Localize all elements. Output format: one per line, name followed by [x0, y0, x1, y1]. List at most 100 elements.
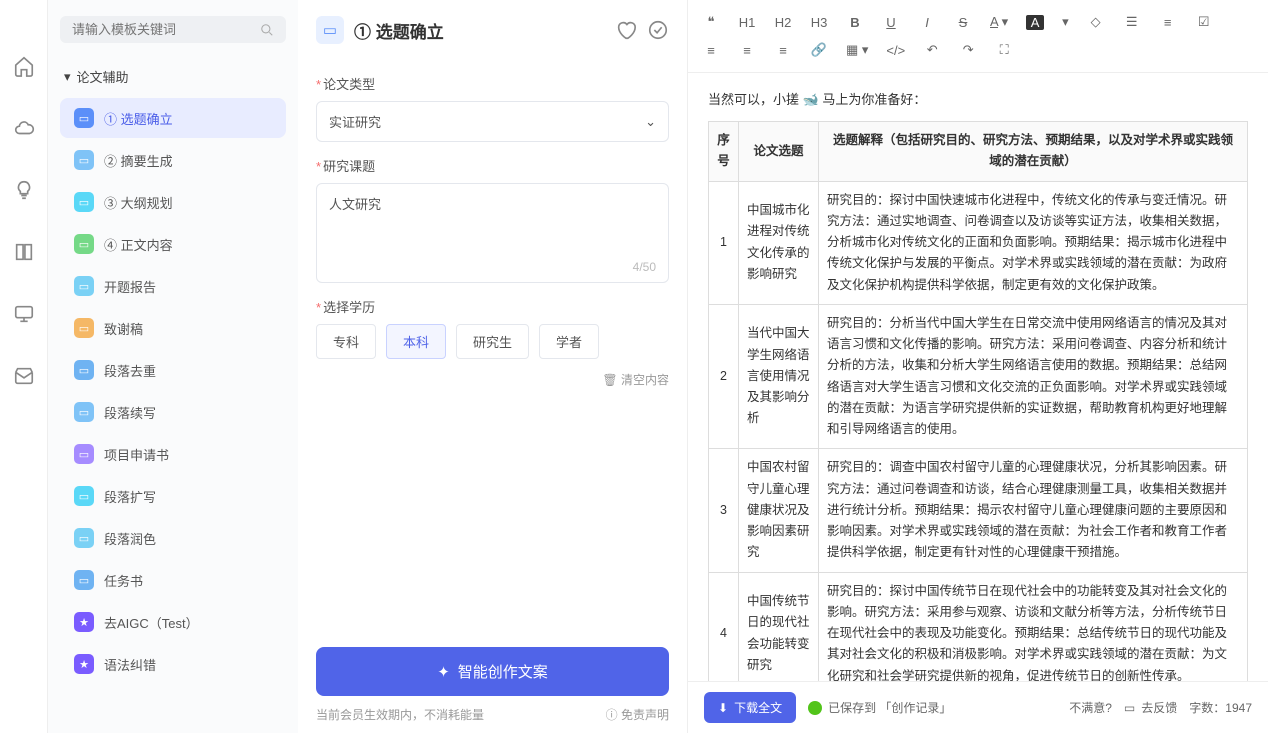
cell-topic: 当代中国大学生网络语言使用情况及其影响分析: [739, 304, 819, 449]
bg-color-button[interactable]: A: [1026, 15, 1044, 30]
nav-item-outline[interactable]: ▭③ 大纲规划: [60, 182, 286, 222]
clear-button[interactable]: 🗑 清空内容: [316, 371, 669, 388]
left-iconbar: [0, 0, 48, 733]
nav-item-task[interactable]: ▭任务书: [60, 560, 286, 600]
cloud-icon[interactable]: [13, 117, 35, 139]
disclaimer-link[interactable]: ⓘ 免责声明: [606, 706, 669, 723]
topic-textarea[interactable]: 人文研究 4/50: [316, 183, 669, 283]
code-icon[interactable]: </>: [886, 43, 905, 58]
align-right-icon[interactable]: ≡: [774, 43, 792, 58]
check-circle-icon[interactable]: [647, 19, 669, 41]
nav-item-thanks[interactable]: ▭致谢稿: [60, 308, 286, 348]
search-input[interactable]: [72, 22, 260, 37]
italic-button[interactable]: I: [918, 15, 936, 30]
link-icon[interactable]: 🔗: [810, 42, 828, 58]
star-icon: ★: [74, 612, 94, 632]
fullscreen-icon[interactable]: ⛶: [995, 42, 1013, 58]
checklist-button[interactable]: ☑: [1195, 14, 1213, 30]
sidebar: ▾ 论文辅助 ▭① 选题确立 ▭② 摘要生成 ▭③ 大纲规划 ▭④ 正文内容 ▭…: [48, 0, 298, 733]
nav-label: 项目申请书: [104, 445, 169, 464]
results-table: 序号 论文选题 选题解释（包括研究目的、研究方法、预期结果，以及对学术界或实践领…: [708, 121, 1248, 681]
chip-benke[interactable]: 本科: [386, 324, 446, 359]
editor-content[interactable]: 当然可以，小搓 🐋 马上为你准备好： 序号 论文选题 选题解释（包括研究目的、研…: [688, 73, 1268, 681]
check-dot-icon: [808, 701, 822, 715]
home-icon[interactable]: [13, 55, 35, 77]
form-footer: 当前会员生效期内，不消耗能量 ⓘ 免责声明: [316, 706, 669, 723]
intro-text: 当然可以，小搓 🐋 马上为你准备好：: [708, 89, 1248, 111]
feedback-link[interactable]: ▭ 去反馈: [1124, 699, 1177, 716]
table-row: 4中国传统节日的现代社会功能转变研究研究目的：探讨中国传统节日在现代社会中的功能…: [709, 572, 1248, 681]
doc-icon: ▭: [74, 528, 94, 548]
text-color-button[interactable]: A ▾: [990, 14, 1008, 30]
align-left-icon[interactable]: ≡: [702, 43, 720, 58]
info-icon: ⓘ: [606, 708, 618, 722]
doc-icon: ▭: [74, 108, 94, 128]
nav-item-topic[interactable]: ▭① 选题确立: [60, 98, 286, 138]
underline-button[interactable]: U: [882, 15, 900, 30]
chip-zhuanke[interactable]: 专科: [316, 324, 376, 359]
nav-item-expand[interactable]: ▭段落扩写: [60, 476, 286, 516]
quote-icon[interactable]: ❝: [702, 14, 720, 30]
nav-item-grammar[interactable]: ★语法纠错: [60, 644, 286, 684]
table-icon[interactable]: ▦ ▾: [846, 42, 868, 58]
bold-button[interactable]: B: [846, 15, 864, 30]
word-count: 字数：1947: [1189, 699, 1252, 716]
cell-topic: 中国城市化进程对传统文化传承的影响研究: [739, 181, 819, 304]
table-row: 1中国城市化进程对传统文化传承的影响研究研究目的：探讨中国快速城市化进程中，传统…: [709, 181, 1248, 304]
nav-label: 段落润色: [104, 529, 156, 548]
ul-button[interactable]: ☰: [1123, 14, 1141, 30]
nav-item-abstract[interactable]: ▭② 摘要生成: [60, 140, 286, 180]
undo-icon[interactable]: ↶: [923, 42, 941, 58]
edu-chips: 专科 本科 研究生 学者: [316, 324, 669, 359]
generate-button[interactable]: ✦ 智能创作文案: [316, 647, 669, 696]
nav-item-polish[interactable]: ▭ 段落润色: [60, 518, 286, 558]
th-index: 序号: [709, 122, 739, 182]
search-icon: [260, 23, 274, 37]
nav-item-proposal[interactable]: ▭开题报告: [60, 266, 286, 306]
monitor-icon[interactable]: [13, 303, 35, 325]
star-icon: ★: [74, 654, 94, 674]
template-search[interactable]: [60, 16, 286, 43]
doc-icon: ▭: [74, 402, 94, 422]
align-center-icon[interactable]: ≡: [738, 43, 756, 58]
doc-icon: ▭: [74, 150, 94, 170]
nav-item-apply[interactable]: ▭项目申请书: [60, 434, 286, 474]
download-button[interactable]: ⬇ 下载全文: [704, 692, 796, 723]
edu-label: *选择学历: [316, 297, 669, 316]
redo-icon[interactable]: ↷: [959, 42, 977, 58]
ol-button[interactable]: ≡: [1159, 15, 1177, 30]
nav-label: ③ 大纲规划: [104, 193, 173, 212]
h2-button[interactable]: H2: [774, 15, 792, 30]
chip-xuezhe[interactable]: 学者: [539, 324, 599, 359]
eraser-icon[interactable]: ◇: [1087, 14, 1105, 30]
group-title[interactable]: ▾ 论文辅助: [60, 61, 286, 92]
nav-label: ④ 正文内容: [104, 235, 173, 254]
doc-icon: ▭: [74, 570, 94, 590]
nav-item-body[interactable]: ▭④ 正文内容: [60, 224, 286, 264]
nav-item-continue[interactable]: ▭段落续写: [60, 392, 286, 432]
nav-item-dedup[interactable]: ▭段落去重: [60, 350, 286, 390]
h1-button[interactable]: H1: [738, 15, 756, 30]
cell-index: 1: [709, 181, 739, 304]
book-icon[interactable]: [13, 241, 35, 263]
nav-label: 段落去重: [104, 361, 156, 380]
nav-item-aigc[interactable]: ★ 去AIGC（Test）: [60, 602, 286, 642]
h3-button[interactable]: H3: [810, 15, 828, 30]
bulb-icon[interactable]: [13, 179, 35, 201]
doc-icon: ▭: [74, 276, 94, 296]
strike-button[interactable]: S: [954, 15, 972, 30]
bottom-bar: ⬇ 下载全文 已保存到 「创作记录」 不满意? ▭ 去反馈 字数：1947: [688, 681, 1268, 733]
table-row: 3中国农村留守儿童心理健康状况及影响因素研究研究目的：调查中国农村留守儿童的心理…: [709, 449, 1248, 572]
type-select[interactable]: 实证研究 ⌄: [316, 101, 669, 142]
cell-topic: 中国传统节日的现代社会功能转变研究: [739, 572, 819, 681]
favorite-icon[interactable]: [615, 19, 637, 41]
topic-label: *研究课题: [316, 156, 669, 175]
chip-yanjiu[interactable]: 研究生: [456, 324, 529, 359]
cell-topic: 中国农村留守儿童心理健康状况及影响因素研究: [739, 449, 819, 572]
nav-label: 去AIGC（Test）: [104, 613, 199, 632]
editor-panel: ❝ H1 H2 H3 B U I S A ▾ A ▾ ◇ ☰ ≡ ☑ ≡ ≡ ≡…: [688, 0, 1268, 733]
doc-icon: ▭: [74, 486, 94, 506]
topic-value: 人文研究: [329, 194, 656, 213]
quota-info: 当前会员生效期内，不消耗能量: [316, 706, 484, 723]
inbox-icon[interactable]: [13, 365, 35, 387]
